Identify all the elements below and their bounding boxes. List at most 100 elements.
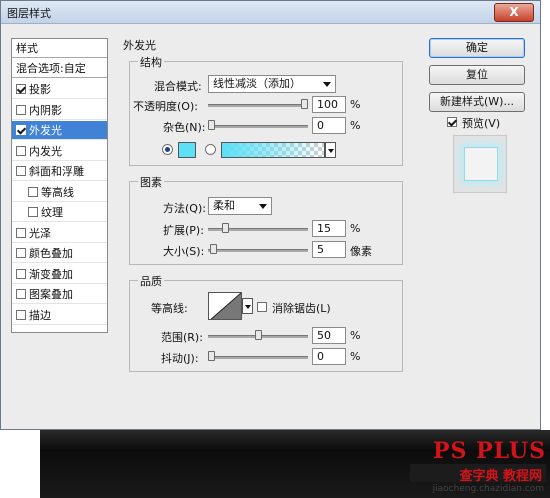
technique-label: 方法(Q): bbox=[163, 202, 206, 215]
style-item-checkbox[interactable] bbox=[16, 309, 26, 320]
style-item-checkbox[interactable] bbox=[16, 125, 26, 135]
watermark: PS PLUS 查字典 教程网 jiaocheng.chazidian.com bbox=[408, 432, 550, 498]
gradient-radio[interactable] bbox=[205, 144, 216, 155]
range-field[interactable]: 50 bbox=[312, 327, 346, 344]
spread-label: 扩展(P): bbox=[163, 224, 204, 237]
opacity-thumb[interactable] bbox=[301, 99, 308, 109]
structure-title: 结构 bbox=[138, 54, 164, 70]
spread-slider[interactable] bbox=[208, 223, 308, 233]
reset-button[interactable]: 复位 bbox=[429, 65, 525, 85]
style-item-checkbox[interactable] bbox=[28, 186, 38, 197]
solid-color-radio[interactable] bbox=[162, 144, 173, 155]
style-item-label: 等高线 bbox=[41, 185, 74, 199]
preview-checkbox[interactable] bbox=[447, 117, 457, 127]
jitter-track bbox=[208, 356, 308, 359]
blend-options-label: 混合选项:自定 bbox=[16, 62, 86, 75]
blend-options-item[interactable]: 混合选项:自定 bbox=[12, 59, 107, 78]
style-item-checkbox[interactable] bbox=[16, 166, 26, 176]
glow-color-swatch[interactable] bbox=[178, 142, 196, 158]
styles-header[interactable]: 样式 bbox=[12, 39, 107, 58]
style-item[interactable]: 颜色叠加 bbox=[12, 244, 107, 263]
style-item[interactable]: 图案叠加 bbox=[12, 285, 107, 304]
opacity-track bbox=[208, 104, 308, 107]
style-item-label: 描边 bbox=[29, 308, 51, 322]
jitter-field[interactable]: 0 bbox=[312, 348, 346, 365]
preview-glow-square bbox=[464, 147, 498, 181]
style-item[interactable]: 外发光 bbox=[12, 121, 107, 140]
style-item-label: 斜面和浮雕 bbox=[29, 165, 84, 178]
style-item-label: 内发光 bbox=[29, 144, 62, 158]
contour-picker[interactable] bbox=[208, 292, 242, 320]
new-style-button[interactable]: 新建样式(W)... bbox=[429, 92, 525, 112]
gradient-dropdown[interactable] bbox=[325, 142, 336, 158]
style-item-label: 纹理 bbox=[41, 206, 63, 219]
watermark-brand: PS PLUS bbox=[433, 438, 546, 464]
technique-select[interactable]: 柔和 bbox=[208, 197, 272, 215]
style-item[interactable]: 渐变叠加 bbox=[12, 265, 107, 284]
opacity-unit: % bbox=[350, 98, 361, 111]
blend-mode-label: 混合模式: bbox=[154, 80, 202, 93]
style-item-checkbox[interactable] bbox=[28, 207, 38, 217]
opacity-slider[interactable] bbox=[208, 99, 308, 109]
style-item[interactable]: 光泽 bbox=[12, 224, 107, 243]
quality-title: 品质 bbox=[138, 273, 164, 289]
spread-unit: % bbox=[350, 222, 361, 235]
range-label: 范围(R): bbox=[161, 331, 203, 344]
size-slider[interactable] bbox=[208, 244, 308, 254]
chevron-down-icon bbox=[259, 204, 267, 209]
ok-button[interactable]: 确定 bbox=[429, 38, 525, 58]
size-thumb[interactable] bbox=[209, 244, 217, 254]
range-slider[interactable] bbox=[208, 330, 308, 340]
styles-list: 样式 混合选项:自定 投影内阴影外发光内发光斜面和浮雕等高线纹理光泽颜色叠加渐变… bbox=[11, 38, 108, 333]
jitter-unit: % bbox=[350, 350, 361, 363]
watermark-line2: 查字典 教程网 bbox=[459, 469, 542, 484]
style-item[interactable]: 纹理 bbox=[12, 203, 107, 222]
blend-mode-select[interactable]: 线性减淡（添加） bbox=[208, 75, 336, 93]
range-thumb[interactable] bbox=[254, 330, 262, 340]
gradient-swatch[interactable] bbox=[221, 142, 325, 158]
style-item[interactable]: 内阴影 bbox=[12, 101, 107, 120]
preview-label: 预览(V) bbox=[462, 117, 501, 130]
size-unit: 像素 bbox=[350, 245, 372, 258]
noise-field[interactable]: 0 bbox=[312, 117, 346, 134]
close-button[interactable]: X bbox=[494, 3, 534, 22]
jitter-label: 抖动(J): bbox=[161, 352, 199, 365]
noise-track bbox=[208, 125, 308, 128]
style-item-checkbox[interactable] bbox=[16, 268, 26, 279]
style-item-label: 投影 bbox=[29, 83, 51, 96]
size-field[interactable]: 5 bbox=[312, 241, 346, 258]
style-item[interactable]: 描边 bbox=[12, 306, 107, 325]
style-item-checkbox[interactable] bbox=[16, 248, 26, 258]
style-item[interactable]: 内发光 bbox=[12, 142, 107, 161]
range-unit: % bbox=[350, 329, 361, 342]
style-item-checkbox[interactable] bbox=[16, 145, 26, 156]
contour-dropdown[interactable] bbox=[242, 298, 253, 314]
noise-label: 杂色(N): bbox=[163, 121, 206, 134]
style-item-label: 内阴影 bbox=[29, 103, 62, 117]
style-item-checkbox[interactable] bbox=[16, 227, 26, 238]
contour-curve-icon bbox=[210, 293, 241, 319]
size-track bbox=[208, 249, 308, 252]
style-item-checkbox[interactable] bbox=[16, 104, 26, 115]
style-item[interactable]: 投影 bbox=[12, 80, 107, 99]
watermark-url: jiaocheng.chazidian.com bbox=[432, 484, 544, 494]
opacity-label: 不透明度(O): bbox=[133, 100, 198, 113]
jitter-slider[interactable] bbox=[208, 351, 308, 361]
jitter-thumb[interactable] bbox=[208, 351, 215, 361]
style-item[interactable]: 等高线 bbox=[12, 183, 107, 202]
style-item-label: 图案叠加 bbox=[29, 288, 73, 301]
size-label: 大小(S): bbox=[163, 245, 205, 258]
style-item[interactable]: 斜面和浮雕 bbox=[12, 162, 107, 181]
style-item-label: 外发光 bbox=[29, 124, 62, 137]
noise-slider[interactable] bbox=[208, 120, 308, 130]
noise-thumb[interactable] bbox=[208, 120, 215, 130]
spread-field[interactable]: 15 bbox=[312, 220, 346, 237]
screenshot: 图层样式 X 样式 混合选项:自定 投影 内阴影 外发光 内发光 斜面和浮雕 等高线 纹理光… bbox=[0, 0, 550, 498]
style-item-label: 颜色叠加 bbox=[29, 247, 73, 260]
antialias-checkbox[interactable] bbox=[257, 302, 267, 312]
style-item-checkbox[interactable] bbox=[16, 84, 26, 94]
opacity-field[interactable]: 100 bbox=[312, 96, 346, 113]
chevron-down-icon bbox=[323, 82, 331, 87]
spread-thumb[interactable] bbox=[221, 223, 229, 233]
style-item-checkbox[interactable] bbox=[16, 289, 26, 299]
